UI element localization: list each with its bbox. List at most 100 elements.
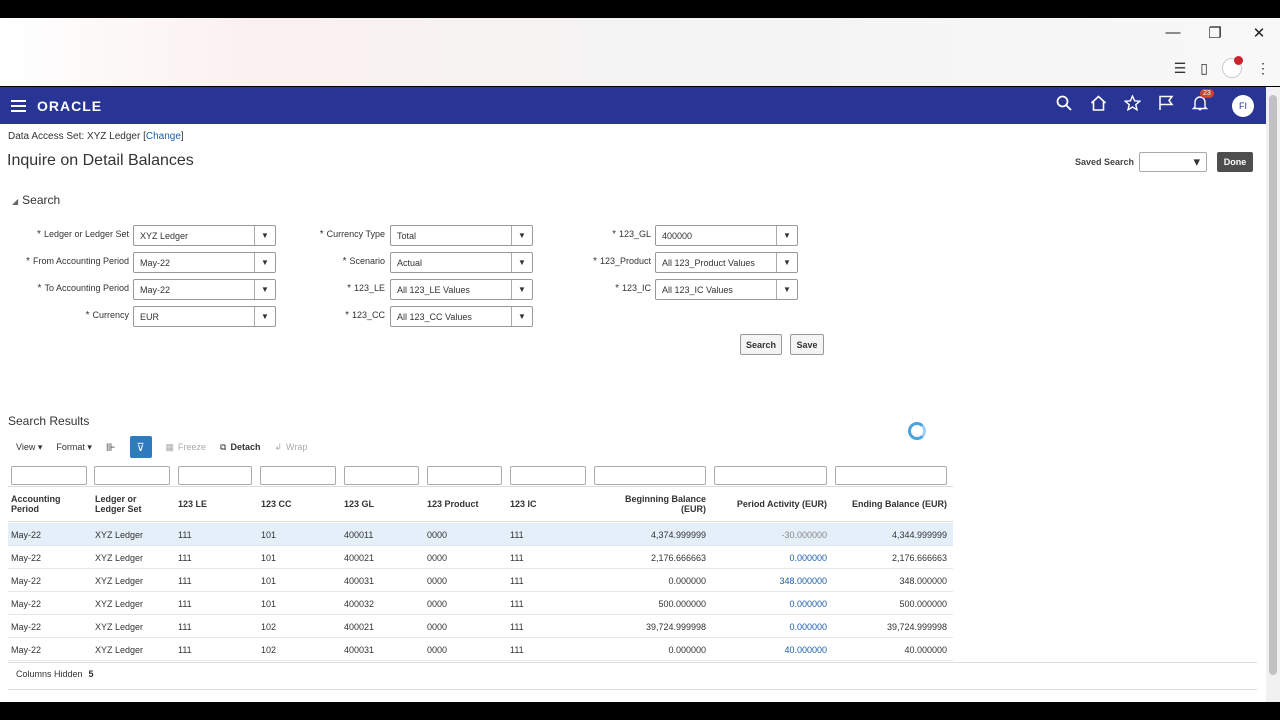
detach-button[interactable]: ⧉ Detach	[220, 442, 260, 453]
user-avatar[interactable]: FI	[1232, 94, 1254, 117]
search-section-toggle[interactable]: ◢ Search	[12, 193, 60, 207]
notifications-bell-icon[interactable]: 23	[1190, 89, 1214, 116]
cell-period-activity[interactable]: 40.000000	[784, 645, 827, 655]
cell-ledger: XYZ Ledger	[95, 530, 144, 540]
freeze-button[interactable]: ▦ Freeze	[166, 442, 207, 453]
ic-select[interactable]: All 123_IC Values ▼	[655, 279, 798, 300]
cell-period-activity[interactable]: 0.000000	[789, 553, 827, 563]
filter-accounting-period[interactable]	[11, 466, 87, 485]
filter-cc[interactable]	[260, 466, 336, 485]
loading-spinner-icon	[908, 422, 926, 440]
oracle-logo[interactable]: ORACLE	[37, 98, 102, 114]
reading-list-icon[interactable]: ☰	[1174, 60, 1187, 77]
gl-select[interactable]: 400000 ▼	[655, 225, 798, 246]
saved-search-select[interactable]	[1139, 152, 1207, 172]
to-period-select[interactable]: May-22 ▼	[133, 279, 276, 300]
search-icon[interactable]	[1054, 95, 1074, 116]
page-scrollbar[interactable]	[1266, 87, 1280, 702]
table-row[interactable]: May-22 XYZ Ledger 111 102 400031 0000 111 0.000…	[8, 638, 953, 661]
navigator-menu-icon[interactable]	[11, 99, 26, 112]
currency-type-select[interactable]: Total ▼	[390, 225, 533, 246]
cell-product: 0000	[427, 599, 448, 609]
table-row[interactable]: May-22 XYZ Ledger 111 101 400031 0000 111 0.000…	[8, 569, 953, 592]
extension-icon[interactable]	[1222, 56, 1243, 78]
cell-ending-balance: 40.000000	[904, 645, 947, 655]
cell-gl: 400032	[344, 599, 375, 609]
restore-button[interactable]: ❐	[1205, 24, 1225, 42]
chevron-down-icon: ▼	[511, 253, 532, 272]
column-header-ending-balance[interactable]: Ending Balance (EUR)	[852, 499, 947, 509]
data-access-set: Data Access Set: XYZ Ledger [Change]	[8, 131, 184, 142]
search-button[interactable]: Search	[740, 334, 782, 355]
cell-le: 111	[178, 645, 192, 655]
cell-period-activity[interactable]: 348.000000	[779, 576, 827, 586]
format-menu[interactable]: Format ▾	[56, 442, 92, 453]
cell-ending-balance: 4,344.999999	[891, 530, 947, 540]
home-icon[interactable]	[1088, 95, 1108, 116]
table-row[interactable]: May-22 XYZ Ledger 111 101 400021 0000 111 2,176…	[8, 546, 953, 569]
column-header-beginning-balance[interactable]: Beginning Balance (EUR)	[625, 494, 706, 514]
view-menu[interactable]: View ▾	[16, 442, 42, 453]
filter-period-activity[interactable]	[714, 466, 827, 485]
cell-ledger: XYZ Ledger	[95, 553, 144, 563]
cc-select[interactable]: All 123_CC Values ▼	[390, 306, 533, 327]
chevron-down-icon: ▼	[254, 307, 275, 326]
screen-top-bar	[0, 0, 1280, 18]
scrollbar-thumb[interactable]	[1269, 95, 1277, 675]
browser-menu-icon[interactable]: ⋮	[1256, 60, 1270, 77]
columns-hidden-status: Columns Hidden 5	[16, 669, 94, 679]
divider	[8, 662, 1257, 663]
filter-ending-balance[interactable]	[835, 466, 947, 485]
table-row[interactable]: May-22 XYZ Ledger 111 101 400032 0000 111 500.0…	[8, 592, 953, 615]
column-header-accounting-period[interactable]: Accounting Period	[11, 494, 61, 514]
minimize-button[interactable]: —	[1163, 24, 1183, 41]
column-header-product[interactable]: 123 Product	[427, 499, 479, 509]
change-data-access-link[interactable]: Change	[146, 131, 181, 142]
cell-gl: 400021	[344, 553, 375, 563]
column-header-ic[interactable]: 123 IC	[510, 499, 537, 509]
cell-period-activity[interactable]: 0.000000	[789, 622, 827, 632]
save-button[interactable]: Save	[790, 334, 824, 355]
chevron-down-icon: ▼	[254, 280, 275, 299]
column-header-ledger[interactable]: Ledger or Ledger Set	[95, 494, 142, 514]
scenario-label: * Scenario	[342, 256, 385, 267]
watchlist-flag-icon[interactable]	[1156, 95, 1176, 116]
favorites-star-icon[interactable]	[1122, 94, 1142, 116]
filter-ledger[interactable]	[94, 466, 170, 485]
le-select[interactable]: All 123_LE Values ▼	[390, 279, 533, 300]
scenario-select[interactable]: Actual ▼	[390, 252, 533, 273]
wrap-icon: ↲	[274, 441, 283, 452]
table-row[interactable]: May-22 XYZ Ledger 111 101 400011 0000 111 4,374…	[8, 523, 953, 546]
chevron-down-icon: ▼	[511, 280, 532, 299]
oracle-global-header: ORACLE 23 FI	[0, 87, 1266, 124]
cell-period-activity[interactable]: -30.000000	[781, 530, 827, 540]
ledger-select[interactable]: XYZ Ledger ▼	[133, 225, 276, 246]
from-period-select[interactable]: May-22 ▼	[133, 252, 276, 273]
wrap-button[interactable]: ↲ Wrap	[274, 442, 307, 453]
filter-le[interactable]	[178, 466, 252, 485]
cell-ledger: XYZ Ledger	[95, 599, 144, 609]
currency-select[interactable]: EUR ▼	[133, 306, 276, 327]
table-row[interactable]: May-22 XYZ Ledger 111 102 400021 0000 111 39,72…	[8, 615, 953, 638]
filter-ic[interactable]	[510, 466, 586, 485]
cell-beginning-balance: 4,374.999999	[650, 530, 706, 540]
column-header-gl[interactable]: 123 GL	[344, 499, 374, 509]
column-header-period-activity[interactable]: Period Activity (EUR)	[737, 499, 827, 509]
done-button[interactable]: Done	[1217, 152, 1253, 172]
collapse-triangle-icon: ◢	[12, 197, 19, 206]
page-title: Inquire on Detail Balances	[7, 152, 194, 169]
cell-ending-balance: 500.000000	[899, 599, 947, 609]
filter-gl[interactable]	[344, 466, 419, 485]
side-panel-icon[interactable]: ▯	[1200, 60, 1208, 77]
cell-le: 111	[178, 576, 192, 586]
cell-period-activity[interactable]: 0.000000	[789, 599, 827, 609]
filter-product[interactable]	[427, 466, 502, 485]
column-header-le[interactable]: 123 LE	[178, 499, 207, 509]
screen-bottom-bar	[0, 702, 1280, 720]
columns-icon[interactable]: ⊪	[106, 441, 116, 454]
product-select[interactable]: All 123_Product Values ▼	[655, 252, 798, 273]
query-by-example-icon[interactable]: ⊽	[129, 436, 152, 458]
close-window-button[interactable]: ✕	[1249, 24, 1269, 42]
filter-beginning-balance[interactable]	[594, 466, 706, 485]
column-header-cc[interactable]: 123 CC	[261, 499, 292, 509]
